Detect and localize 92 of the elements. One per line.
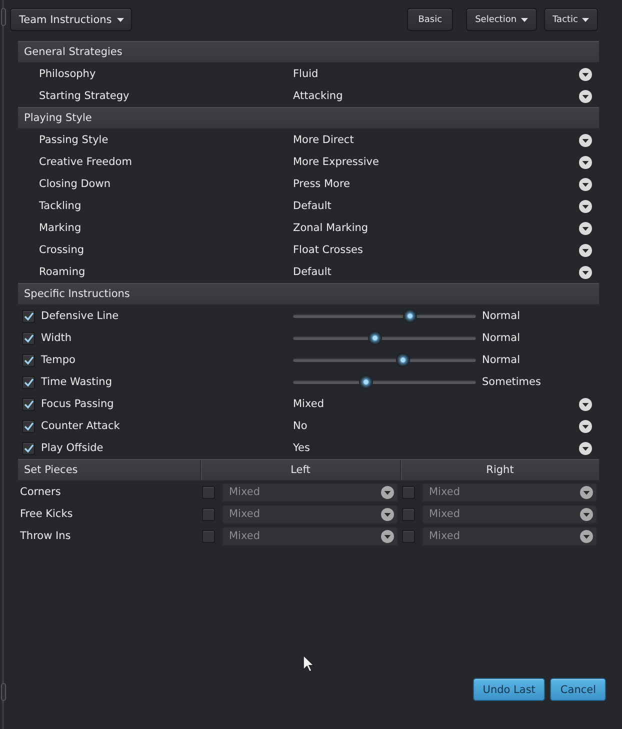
slider[interactable] — [293, 309, 476, 323]
dropdown[interactable]: Yes — [293, 437, 599, 459]
checkbox[interactable] — [22, 442, 35, 454]
splitter-handle[interactable] — [0, 0, 7, 729]
checkbox[interactable] — [22, 310, 35, 322]
dropdown-caret-icon — [580, 530, 593, 542]
dropdown-caret-icon — [579, 178, 592, 190]
row-label: Throw Ins — [20, 530, 71, 542]
row-label: Defensive Line — [41, 310, 119, 322]
toolbar-button[interactable]: Tactic — [544, 8, 598, 31]
toolbar-button[interactable]: Basic — [407, 8, 454, 31]
checkmark-icon — [24, 400, 34, 408]
checkmark-icon — [24, 312, 34, 320]
row-label: Width — [41, 332, 72, 344]
section-header: Playing Style — [18, 107, 599, 129]
slider-thumb[interactable] — [368, 331, 382, 345]
column-header: Right — [400, 460, 599, 480]
dropdown[interactable]: Float Crosses — [293, 239, 599, 261]
row-label: Focus Passing — [41, 398, 114, 410]
dropdown[interactable]: More Expressive — [293, 151, 599, 173]
section-header: General Strategies — [18, 41, 599, 63]
slider-value: Sometimes — [482, 376, 541, 388]
checkmark-icon — [24, 422, 34, 430]
team-instructions-menu[interactable]: Team Instructions — [10, 8, 132, 31]
column-header: Left — [200, 460, 400, 480]
row-label: Counter Attack — [41, 420, 120, 432]
dropdown-caret-icon — [381, 508, 394, 520]
dropdown-caret-icon — [381, 486, 394, 498]
row-label: Time Wasting — [41, 376, 112, 388]
slider[interactable] — [293, 375, 476, 389]
slider-value: Normal — [482, 354, 520, 366]
dropdown[interactable]: Fluid — [293, 63, 599, 85]
row-label: Roaming — [39, 266, 86, 278]
dropdown[interactable]: Zonal Marking — [293, 217, 599, 239]
dropdown[interactable]: Default — [293, 195, 599, 217]
checkmark-icon — [24, 378, 34, 386]
dropdown-caret-icon — [579, 156, 592, 168]
dropdown-caret-icon — [381, 530, 394, 542]
action-button[interactable]: Cancel — [550, 678, 606, 701]
checkbox[interactable] — [22, 332, 35, 344]
caret-icon — [520, 18, 528, 22]
mouse-pointer-icon — [303, 655, 314, 672]
dropdown[interactable]: Default — [293, 261, 599, 283]
dropdown-caret-icon — [580, 486, 593, 498]
checkbox[interactable] — [22, 398, 35, 410]
slider-thumb[interactable] — [403, 309, 418, 323]
dropdown[interactable]: More Direct — [293, 129, 599, 151]
row-label: Play Offside — [41, 442, 104, 454]
dropdown-caret-icon — [579, 398, 592, 410]
dropdown-caret-icon — [579, 266, 592, 278]
dropdown-caret-icon — [579, 442, 592, 454]
slider-thumb[interactable] — [359, 375, 374, 389]
slider-thumb[interactable] — [396, 353, 410, 367]
dropdown-caret-icon — [579, 90, 592, 102]
dropdown-caret-icon — [579, 420, 592, 432]
row-label: Free Kicks — [20, 508, 73, 520]
dropdown-caret-icon — [579, 244, 592, 256]
section-title: Set Pieces — [23, 463, 79, 478]
section-header: Specific Instructions — [18, 283, 599, 305]
row-label: Creative Freedom — [39, 156, 132, 168]
row-label: Crossing — [39, 244, 84, 256]
checkmark-icon — [24, 444, 34, 452]
dropdown-caret-icon — [580, 508, 593, 520]
row-label: Philosophy — [39, 68, 96, 80]
toolbar-button[interactable]: Selection — [466, 8, 537, 31]
action-button[interactable]: Undo Last — [472, 678, 546, 701]
dropdown[interactable]: Attacking — [293, 85, 599, 107]
row-label: Corners — [20, 486, 61, 498]
dropdown[interactable]: Mixed — [293, 393, 599, 415]
row-label: Tempo — [41, 354, 76, 366]
slider-value: Normal — [482, 332, 520, 344]
slider[interactable] — [293, 331, 476, 345]
checkbox[interactable] — [22, 376, 35, 388]
dropdown-caret-icon — [579, 222, 592, 234]
checkmark-icon — [24, 334, 34, 342]
row-label: Starting Strategy — [39, 90, 130, 102]
checkbox[interactable] — [22, 354, 35, 366]
slider-value: Normal — [482, 310, 520, 322]
checkbox[interactable] — [22, 420, 35, 432]
row-label: Passing Style — [39, 134, 108, 146]
dropdown[interactable]: No — [293, 415, 599, 437]
dropdown-caret-icon — [579, 68, 592, 80]
row-label: Tackling — [39, 200, 82, 212]
dropdown[interactable]: Press More — [293, 173, 599, 195]
slider[interactable] — [293, 353, 476, 367]
caret-icon — [582, 18, 589, 22]
row-label: Marking — [39, 222, 82, 234]
dropdown-caret-icon — [579, 134, 592, 146]
caret-icon — [116, 18, 124, 22]
checkmark-icon — [24, 356, 34, 364]
row-label: Closing Down — [39, 178, 110, 190]
dropdown-caret-icon — [579, 200, 592, 212]
